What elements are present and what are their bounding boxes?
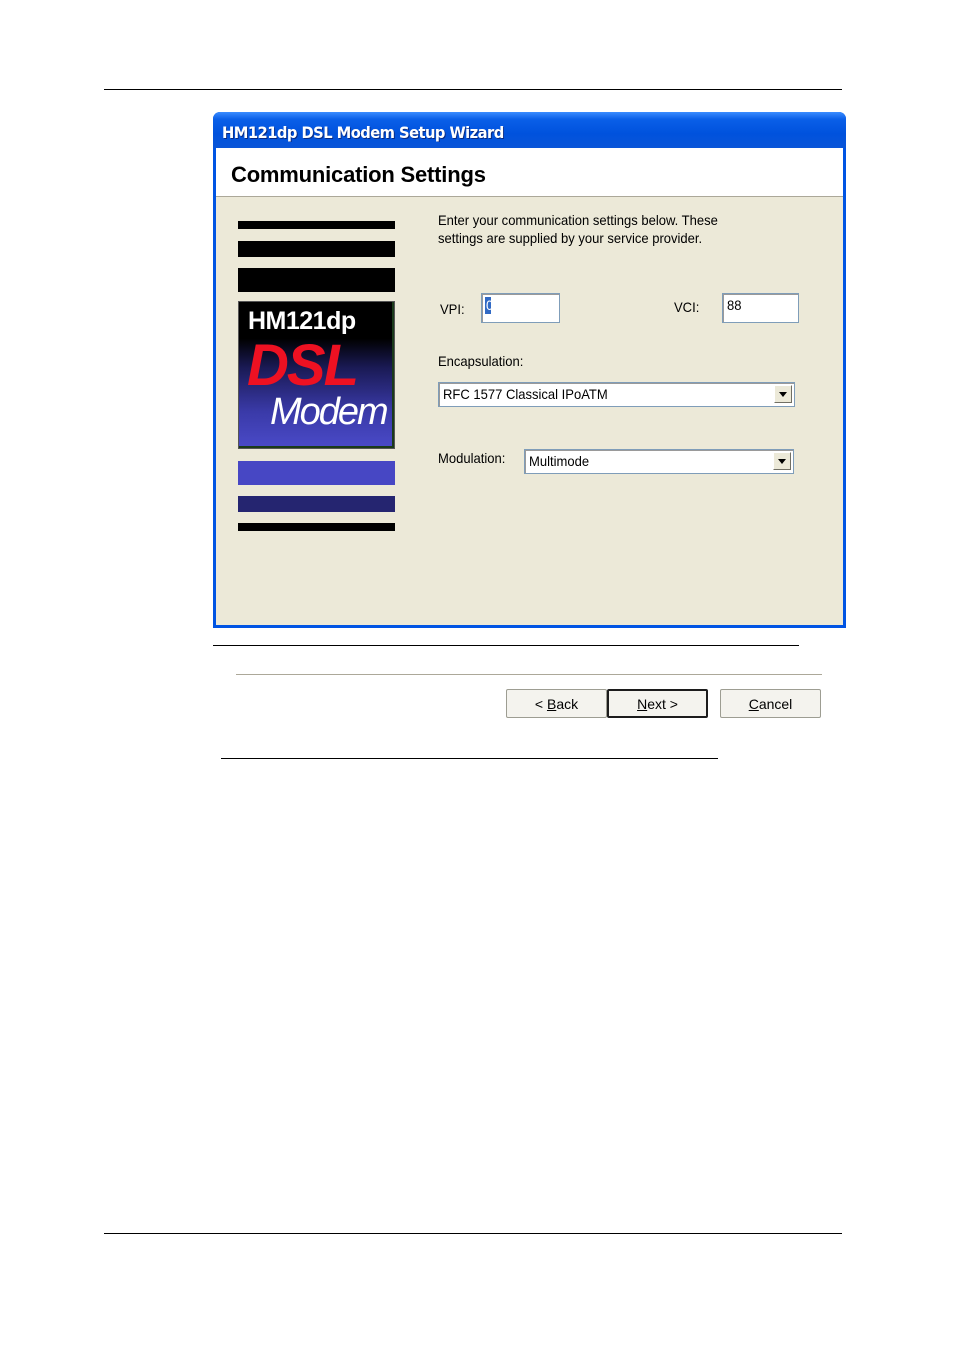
vci-input[interactable]: 88 <box>722 293 799 323</box>
page-heading: Communication Settings <box>231 162 486 187</box>
vci-label: VCI: <box>674 299 700 315</box>
cancel-rest: ancel <box>758 695 793 712</box>
button-separator <box>236 674 822 678</box>
logo-dsl: DSL <box>247 333 359 398</box>
next-button[interactable]: Next > <box>607 689 708 718</box>
instructions-line-2: settings are supplied by your service pr… <box>438 230 703 246</box>
instructions-text: Enter your communication settings below.… <box>438 211 718 247</box>
product-logo: HM121dp DSL Modem <box>238 301 395 449</box>
title-bar[interactable]: HM121dp DSL Modem Setup Wizard <box>213 112 846 148</box>
logo-model: HM121dp <box>248 307 356 335</box>
wizard-header: Communication Settings <box>216 148 843 197</box>
stripe <box>238 523 395 531</box>
page-top-rule <box>104 89 842 90</box>
section-rule <box>221 758 718 759</box>
wizard-client-area: Communication Settings HM121dp DSL Modem… <box>216 148 843 718</box>
modulation-select[interactable]: Multimode <box>524 449 794 474</box>
cancel-button[interactable]: Cancel <box>720 689 821 718</box>
caption-rule <box>213 645 799 646</box>
encapsulation-label: Encapsulation: <box>438 353 524 369</box>
setup-wizard-window: HM121dp DSL Modem Setup Wizard Communica… <box>213 112 846 718</box>
back-rest: ack <box>556 695 579 712</box>
modulation-value: Multimode <box>529 453 590 469</box>
stripe <box>238 221 395 229</box>
next-mnemonic: N <box>637 695 648 712</box>
stripe <box>238 241 395 257</box>
logo-modem: Modem <box>270 391 389 433</box>
next-rest: ext > <box>647 695 678 712</box>
chevron-down-icon[interactable] <box>773 452 791 470</box>
vpi-input[interactable]: 0 <box>481 293 560 323</box>
stripe <box>238 496 395 512</box>
stripe <box>238 268 395 292</box>
page-bottom-rule <box>104 1233 842 1234</box>
instructions-line-1: Enter your communication settings below.… <box>438 212 718 228</box>
vpi-label: VPI: <box>440 301 465 317</box>
window-title: HM121dp DSL Modem Setup Wizard <box>222 123 504 142</box>
chevron-down-icon[interactable] <box>774 385 792 403</box>
vpi-value: 0 <box>486 297 494 313</box>
back-mnemonic: B <box>546 695 557 712</box>
back-prefix: < <box>534 695 547 712</box>
modulation-label: Modulation: <box>438 450 506 466</box>
stripe <box>238 461 395 485</box>
cancel-mnemonic: C <box>748 695 759 712</box>
back-button[interactable]: < Back <box>506 689 607 718</box>
encapsulation-select[interactable]: RFC 1577 Classical IPoATM <box>438 382 795 407</box>
encapsulation-value: RFC 1577 Classical IPoATM <box>443 386 608 402</box>
vci-value: 88 <box>727 297 742 313</box>
